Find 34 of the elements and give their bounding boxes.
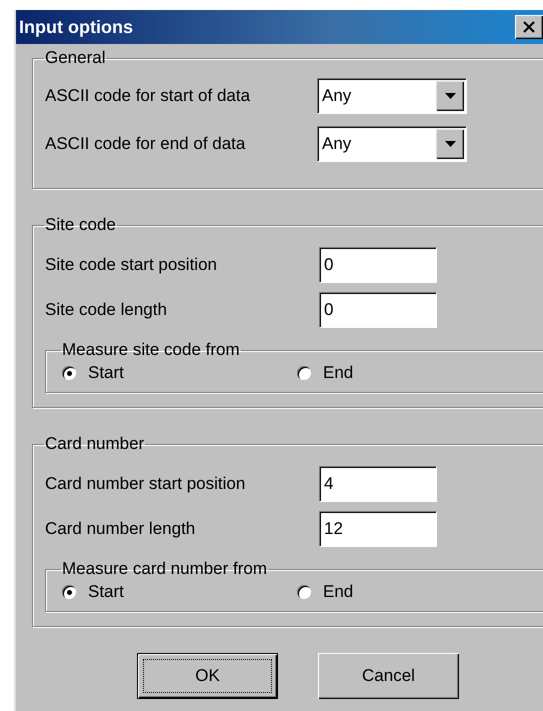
close-button[interactable] [515,15,543,39]
group-title: Card number [44,434,146,454]
dropdown-button[interactable] [436,81,464,111]
group-title: Measure card number from [61,559,268,579]
radio-button[interactable] [62,366,76,380]
input-field[interactable]: 4 [319,466,437,502]
radio-button[interactable] [297,366,311,380]
radio-option[interactable]: End [297,582,532,602]
radio-option[interactable]: Start [62,582,297,602]
input-field[interactable]: 0 [319,247,437,283]
group-title: Site code [44,215,117,235]
radio-option[interactable]: Start [62,363,297,383]
caret-icon [444,93,456,99]
close-icon [522,21,536,33]
radio-button[interactable] [62,585,76,599]
dropdown-field[interactable]: Any [317,126,467,162]
radio-option[interactable]: End [297,363,532,383]
field-label: Site code start position [45,255,218,275]
field-label: ASCII code for start of data [45,86,252,106]
group-title: Measure site code from [61,340,241,360]
input-field[interactable]: 0 [319,292,437,328]
ok-button[interactable]: OK [137,653,278,699]
field-label: ASCII code for end of data [45,134,246,154]
group-title: General [44,48,106,68]
field-label: Card number start position [45,474,246,494]
cancel-button[interactable]: Cancel [318,653,459,699]
field-label: Card number length [45,519,196,539]
input-field[interactable]: 12 [319,511,437,547]
window-title: Input options [19,16,133,38]
dropdown-field[interactable]: Any [317,78,467,114]
caret-icon [444,141,456,147]
dropdown-button[interactable] [436,129,464,159]
radio-button[interactable] [297,585,311,599]
field-label: Site code length [45,300,168,320]
